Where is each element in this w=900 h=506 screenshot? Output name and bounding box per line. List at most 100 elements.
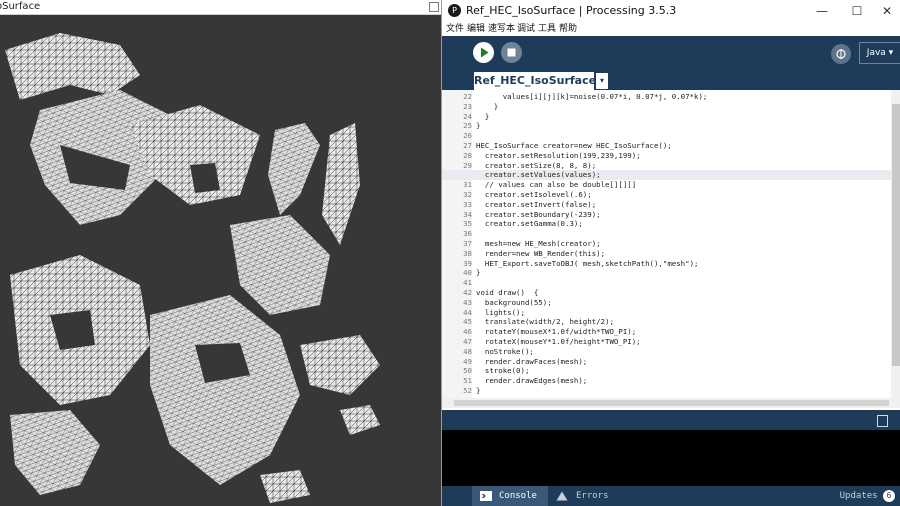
console-tab-label: Console [499,491,537,501]
debugger-button[interactable] [831,44,851,64]
line-number: 41 [463,278,472,288]
line-number: 45 [463,317,472,327]
code-line[interactable]: render=new WB_Render(this); [476,249,605,259]
line-number: 38 [463,248,472,258]
menu-edit[interactable]: 编辑 [467,22,485,36]
sketch-title-bar[interactable]: oSurface [0,0,441,15]
copy-icon[interactable] [877,415,888,427]
maximize-icon[interactable]: ☐ [840,2,874,20]
close-icon[interactable]: ✕ [870,2,900,20]
run-button[interactable] [473,42,494,63]
code-editor[interactable]: 2223242526272829303132333435363738394041… [442,90,900,398]
line-number-gutter: 2223242526272829303132333435363738394041… [442,90,472,398]
processing-logo-icon: P [448,4,461,17]
code-line[interactable]: creator.setInvert(false); [476,200,596,210]
line-number: 47 [463,337,472,346]
code-line[interactable]: translate(width/2, height/2); [476,317,614,327]
console-tab[interactable]: Console [472,486,548,506]
line-number: 33 [463,199,472,209]
code-line[interactable]: } [476,102,498,112]
mode-selector[interactable]: Java ▾ [859,42,900,64]
isosurface-mesh-render[interactable] [0,15,441,506]
menu-file[interactable]: 文件 [446,22,464,36]
line-number: 32 [463,190,472,199]
code-line[interactable]: values[i][j][k]=noise(0.07*i, 0.07*j, 0.… [476,92,708,102]
code-line[interactable]: creator.setResolution(199,239,199); [476,151,641,161]
menu-debug[interactable]: 调试 [517,22,535,36]
vertical-scroll-thumb[interactable] [892,104,900,366]
stop-button[interactable] [501,42,522,63]
stop-icon [507,48,516,57]
line-number: 28 [463,150,472,160]
code-line[interactable]: background(55); [476,298,552,308]
mesh-surface [5,33,380,503]
code-line[interactable]: rotateY(mouseX*1.0f/width*TWO_PI); [476,327,636,337]
line-number: 26 [463,131,472,141]
updates-indicator[interactable]: Updates 6 [840,486,895,506]
line-number: 44 [463,307,472,317]
code-line[interactable]: void draw() { [476,288,538,298]
code-line[interactable]: creator.setIsolevel(.6); [476,190,592,200]
line-number: 43 [463,297,472,307]
tab-strip: Ref_HEC_IsoSurface ▾ [442,72,900,90]
code-line[interactable]: } [476,386,480,396]
line-number: 48 [463,346,472,356]
code-line[interactable]: rotateX(mouseY*1.0f/height*TWO_PI); [476,337,641,347]
line-number: 49 [463,356,472,366]
processing-ide-window[interactable]: P Ref_HEC_IsoSurface | Processing 3.5.3 … [441,0,900,506]
line-number: 36 [463,229,472,239]
code-line[interactable]: mesh=new HE_Mesh(creator); [476,239,601,249]
menu-sketch[interactable]: 速写本 [488,22,515,36]
tab-ref-hec-isosurface[interactable]: Ref_HEC_IsoSurface [474,72,596,90]
minimize-icon[interactable]: — [805,2,839,20]
line-number: 25 [463,121,472,131]
line-number: 51 [463,376,472,386]
updates-label: Updates [839,491,878,501]
tab-menu-button[interactable]: ▾ [596,73,608,89]
code-line[interactable]: render.drawFaces(mesh); [476,357,587,367]
code-line[interactable]: } [476,268,480,278]
code-line[interactable]: stroke(0); [476,366,530,376]
line-number: 24 [463,111,472,121]
line-number: 52 [463,386,472,395]
line-number: 31 [463,180,472,190]
code-line[interactable]: render.drawEdges(mesh); [476,376,587,386]
code-line[interactable]: } [476,121,480,131]
code-line[interactable]: creator.setValues(values); [476,170,601,180]
console-icon [480,491,492,501]
code-line[interactable]: creator.setBoundary(-239); [476,210,601,220]
line-number: 34 [463,209,472,219]
code-line[interactable]: HEC_IsoSurface creator=new HEC_IsoSurfac… [476,141,672,151]
menu-bar: 文件 编辑 速写本 调试 工具 帮助 [442,22,900,36]
status-bar [442,410,900,430]
console-output[interactable] [442,430,900,486]
code-line[interactable]: // values can also be double[][][] [476,180,636,190]
code-line[interactable]: creator.setSize(8, 8, 8); [476,161,596,171]
play-icon [481,47,489,58]
code-line[interactable]: lights(); [476,308,525,318]
footer-bar: Console Errors Updates 6 [442,486,900,506]
code-line[interactable]: noStroke(); [476,347,534,357]
window-title-bar[interactable]: P Ref_HEC_IsoSurface | Processing 3.5.3 … [442,0,900,22]
line-number: 27 [463,141,472,150]
line-number: 29 [463,160,472,170]
debugger-icon [836,49,846,59]
toolbar: Java ▾ [442,36,900,72]
code-line[interactable]: creator.setGamma(0.3); [476,219,583,229]
line-number: 42 [463,288,472,297]
errors-tab[interactable]: Errors [548,486,626,506]
menu-tools[interactable]: 工具 [538,22,556,36]
sketch-window[interactable]: oSurface [0,0,441,506]
menu-help[interactable]: 帮助 [559,22,577,36]
errors-tab-label: Errors [576,491,609,501]
line-number: 50 [463,366,472,376]
code-line[interactable]: HET_Export.saveToOBJ( mesh,sketchPath(),… [476,259,699,269]
line-number: 35 [463,219,472,229]
window-title: Ref_HEC_IsoSurface | Processing 3.5.3 [466,4,677,17]
maximize-icon[interactable] [429,2,439,12]
line-number: 46 [463,327,472,337]
horizontal-scroll-thumb[interactable] [454,400,889,406]
warning-icon [556,491,568,501]
code-line[interactable]: } [476,112,489,122]
line-number: 23 [463,101,472,111]
